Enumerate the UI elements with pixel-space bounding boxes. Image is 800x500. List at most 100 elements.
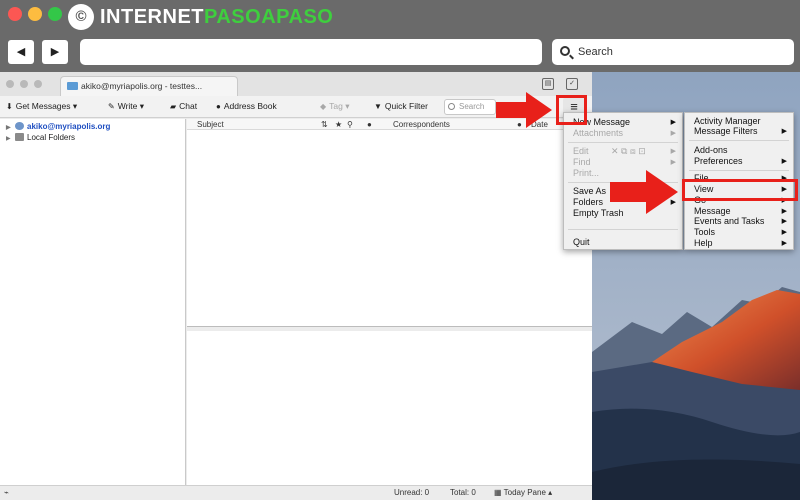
calendar-icon: ▦ <box>494 488 504 497</box>
menu-item-label: Quit <box>573 237 590 247</box>
download-icon: ⬇ <box>6 102 13 111</box>
tb-close-button[interactable] <box>6 80 14 88</box>
read-column-icon[interactable]: ● <box>367 120 372 129</box>
menu-item-new-message[interactable]: New Message ▶ <box>573 117 678 128</box>
submenu-arrow-icon: ▶ <box>781 240 787 247</box>
submenu-arrow-icon: ▶ <box>781 218 787 225</box>
menu-item-label: Save As <box>573 186 607 196</box>
tb-zoom-button[interactable] <box>34 80 42 88</box>
browser-search-placeholder: Search <box>578 46 613 58</box>
filter-icon: ▼ <box>374 102 382 111</box>
brand-bar: © INTERNETPASOAPASO <box>0 0 800 36</box>
column-subject[interactable]: Subject <box>197 120 224 129</box>
address-bar[interactable] <box>80 39 542 65</box>
chat-button[interactable]: ▰ Chat <box>170 101 197 111</box>
menu-item-label: Message Filters <box>694 126 758 136</box>
submenu-arrow-icon: ▶ <box>670 148 676 155</box>
menu-item-add-ons[interactable]: Add-ons <box>694 145 789 156</box>
menu-item-label: Add-ons <box>694 145 728 155</box>
connection-icon: ⌁ <box>4 488 9 497</box>
chat-icon: ▰ <box>170 102 177 111</box>
menu-item-label: Find <box>573 157 591 167</box>
status-bar: ⌁ Unread: 0 Total: 0 ▦ Today Pane ▴ <box>0 485 592 500</box>
menu-item-attachments[interactable]: Attachments ▶ <box>573 128 678 139</box>
folder-item-account[interactable]: ▶ akiko@myriapolis.org <box>6 122 110 131</box>
menu-item-label: Activity Manager <box>694 116 761 126</box>
menu-item-quit[interactable]: Quit <box>573 237 678 248</box>
local-folders-icon <box>15 133 24 141</box>
minimize-window-button[interactable] <box>28 7 42 21</box>
pencil-icon: ✎ <box>108 102 115 111</box>
menu-separator <box>568 229 678 230</box>
back-button[interactable]: ◀ <box>8 40 34 64</box>
menu-item-preferences[interactable]: Preferences ▶ <box>694 156 789 167</box>
folder-pane: ▶ akiko@myriapolis.org ▶ Local Folders <box>0 119 186 485</box>
submenu-arrow-icon: ▶ <box>781 128 787 135</box>
browser-nav-bar: ◀ ▶ Search <box>0 36 800 70</box>
tb-search-placeholder: Search <box>459 102 485 111</box>
attachment-column-icon[interactable]: ⚲ <box>347 120 353 129</box>
quick-filter-label: Quick Filter <box>384 101 428 111</box>
tab-title: akiko@myriapolis.org - testtes... <box>81 81 203 91</box>
today-pane-label: Today Pane <box>503 488 546 497</box>
tasks-icon[interactable]: ✓ <box>566 78 578 90</box>
menu-item-label: Edit <box>573 146 589 156</box>
tag-button[interactable]: ◆ Tag ▾ <box>320 101 350 112</box>
quick-filter-button[interactable]: ▼ Quick Filter <box>374 101 428 111</box>
tag-label: Tag <box>329 101 343 111</box>
tb-minimize-button[interactable] <box>20 80 28 88</box>
expand-icon[interactable]: ▶ <box>6 124 14 131</box>
menu-item-events-and-tasks[interactable]: Events and Tasks ▶ <box>694 216 789 227</box>
tab-account[interactable]: akiko@myriapolis.org - testtes... <box>60 76 238 96</box>
menu-item-edit[interactable]: Edit ✕ ⧉ ⧈ ⊡ ▶ <box>573 146 678 157</box>
browser-search-field[interactable]: Search <box>552 39 794 65</box>
tb-search-input[interactable]: Search <box>444 99 496 115</box>
address-book-button[interactable]: ● Address Book <box>216 101 277 111</box>
tag-icon: ◆ <box>320 102 327 111</box>
today-pane-toggle[interactable]: ▦ Today Pane ▴ <box>494 488 552 497</box>
calendar-icon[interactable]: ▤ <box>542 78 554 90</box>
unread-count: Unread: 0 <box>394 488 430 497</box>
folder-item-local-folders[interactable]: ▶ Local Folders <box>6 133 75 142</box>
menu-item-find[interactable]: Find ▶ <box>573 157 678 168</box>
thunderbird-window: akiko@myriapolis.org - testtes... ▤ ✓ ⬇ G… <box>0 72 592 500</box>
brand-text-left: INTERNET <box>100 6 204 28</box>
menu-item-label: Preferences <box>694 156 743 166</box>
zoom-window-button[interactable] <box>48 7 62 21</box>
get-messages-button[interactable]: ⬇ Get Messages ▾ <box>6 101 77 112</box>
get-messages-label: Get Messages <box>15 101 71 111</box>
account-icon <box>15 122 24 130</box>
menu-item-label: Tools <box>694 227 716 237</box>
submenu-arrow-icon: ▶ <box>670 119 676 126</box>
menu-separator <box>689 170 789 171</box>
brand-text-right: PASOAPASO <box>204 6 334 28</box>
menu-item-label: Message <box>694 206 731 216</box>
submenu-arrow-icon: ▶ <box>670 130 676 137</box>
write-label: Write <box>117 101 138 111</box>
address-book-label: Address Book <box>223 101 277 111</box>
forward-button[interactable]: ▶ <box>42 40 68 64</box>
total-count: Total: 0 <box>450 488 476 497</box>
folder-icon <box>67 82 78 90</box>
write-button[interactable]: ✎ Write ▾ <box>108 101 144 112</box>
brand-wordmark: INTERNETPASOAPASO <box>100 6 333 29</box>
menu-item-label: Attachments <box>573 128 624 138</box>
menu-item-help[interactable]: Help ▶ <box>694 238 789 249</box>
thread-column-icon[interactable]: ⇅ <box>321 120 328 129</box>
menu-separator <box>689 140 789 141</box>
folder-label: Local Folders <box>27 133 76 142</box>
menu-item-message-filters[interactable]: Message Filters ▶ <box>694 126 789 137</box>
menu-item-label: Folders <box>573 197 604 207</box>
expand-icon[interactable]: ▶ <box>6 135 14 142</box>
brand-logo-icon: © <box>68 4 94 30</box>
red-arrow-icon <box>610 170 678 214</box>
menu-button-highlight <box>556 95 587 125</box>
edit-actions-icons: ✕ ⧉ ⧈ ⊡ <box>611 146 646 156</box>
close-window-button[interactable] <box>8 7 22 21</box>
menu-item-tools[interactable]: Tools ▶ <box>694 227 789 238</box>
star-column-icon[interactable]: ★ <box>335 120 342 129</box>
menu-item-label: Print... <box>573 168 600 178</box>
person-icon: ● <box>216 102 221 111</box>
column-correspondents[interactable]: Correspondents <box>393 120 450 129</box>
thread-pane: Subject ⇅ ★ ⚲ ● Correspondents ● Date <box>187 119 592 327</box>
